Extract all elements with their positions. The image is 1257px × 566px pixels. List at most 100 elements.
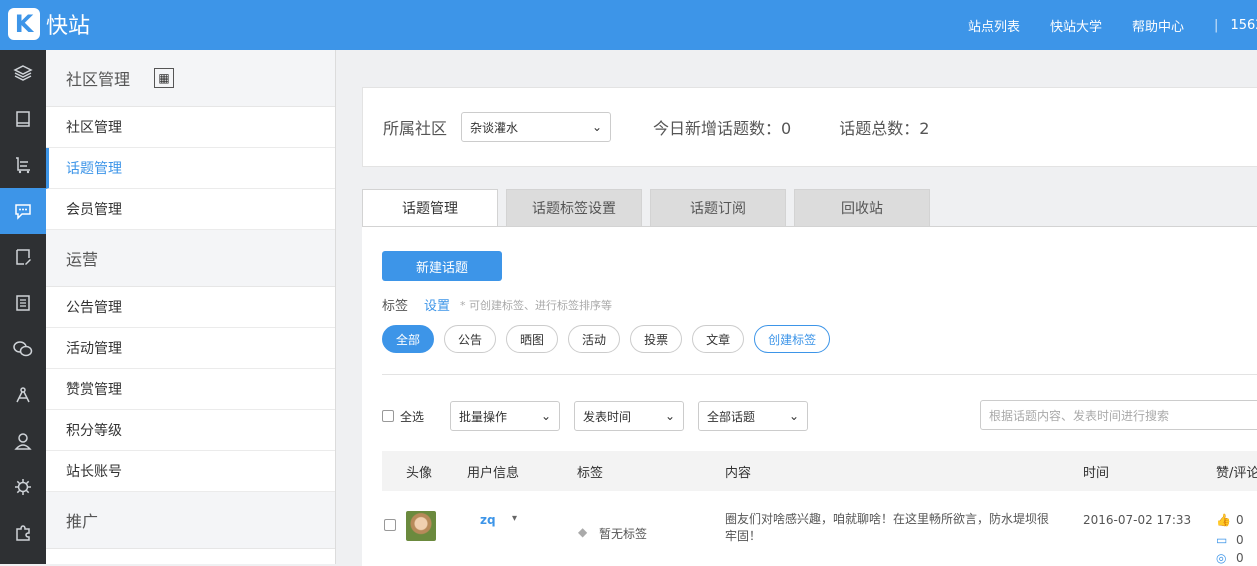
new-topics-today: 今日新增话题数：0 xyxy=(653,119,792,138)
tag-pill-article[interactable]: 文章 xyxy=(692,325,745,353)
row-content[interactable]: 圈友们对啥感兴趣，咱就聊啥！在这里畅所欲言，防水堤坝很牢固！ xyxy=(725,511,1055,545)
main-content: 所属社区 杂谈灌水 ⌄ 今日新增话题数：0 话题总数：2 话题管理 话题标签设置… xyxy=(336,50,1257,566)
sidebar-item-topic-manage[interactable]: 话题管理 xyxy=(46,148,335,189)
chevron-down-icon: ⌄ xyxy=(540,409,552,423)
topic-scope-select[interactable]: 全部话题 ⌄ xyxy=(698,401,809,431)
col-content: 内容 xyxy=(725,465,752,481)
table-row: zq ▾ ◆ 暂无标签 圈友们对啥感兴趣，咱就聊啥！在这里畅所欲言，防水堤坝很牢… xyxy=(382,493,1257,565)
divider xyxy=(382,374,1257,375)
select-all-checkbox[interactable] xyxy=(382,410,394,422)
top-nav: 站点列表 快站大学 帮助中心 | 1562 xyxy=(968,0,1257,50)
thumbs-up-icon: 👍 xyxy=(1216,513,1231,527)
batch-action-select[interactable]: 批量操作 ⌄ xyxy=(450,401,561,431)
community-select[interactable]: 杂谈灌水 ⌄ xyxy=(461,112,612,142)
tag-filter-pills: 全部 公告 晒图 活动 投票 文章 创建标签 xyxy=(382,325,840,353)
cart-icon[interactable] xyxy=(0,142,46,188)
row-rewards: 0 xyxy=(1236,551,1244,565)
account-name[interactable]: 1562 xyxy=(1230,18,1257,33)
brand-name: 快站 xyxy=(46,14,91,39)
sidebar-item-community-manage[interactable]: 社区管理 xyxy=(46,107,335,148)
search-placeholder: 根据话题内容、发表时间进行搜索 xyxy=(989,408,1170,423)
sidebar: 社区管理 ▦ 社区管理 话题管理 会员管理 运营 公告管理 活动管理 赞赏管理 … xyxy=(46,50,336,564)
row-username[interactable]: zq xyxy=(480,513,496,527)
compass-icon[interactable] xyxy=(0,372,46,418)
avatar[interactable] xyxy=(406,511,436,541)
community-select-value: 杂谈灌水 xyxy=(470,120,519,135)
top-bar: K 快站 站点列表 快站大学 帮助中心 | 1562 xyxy=(0,0,1257,50)
logo[interactable]: K 快站 xyxy=(8,8,90,40)
wechat-icon[interactable] xyxy=(0,326,46,372)
icon-rail xyxy=(0,50,46,564)
tag-pill-announcement[interactable]: 公告 xyxy=(444,325,497,353)
chat-icon[interactable] xyxy=(0,188,46,234)
tag-settings-link[interactable]: 设置 xyxy=(424,295,450,314)
tag-pill-all[interactable]: 全部 xyxy=(382,325,435,353)
tab-strip: 话题管理 话题标签设置 话题订阅 回收站 xyxy=(362,189,938,227)
sidebar-item-announcements[interactable]: 公告管理 xyxy=(46,287,335,328)
row-checkbox[interactable] xyxy=(384,519,396,531)
tab-recycle-bin[interactable]: 回收站 xyxy=(794,189,930,227)
sidebar-item-points-levels[interactable]: 积分等级 xyxy=(46,410,335,451)
tab-topic-tag-settings[interactable]: 话题标签设置 xyxy=(506,189,642,227)
row-tag: 暂无标签 xyxy=(599,527,648,541)
nav-kuaizhan-university[interactable]: 快站大学 xyxy=(1050,16,1102,35)
topic-scope-value: 全部话题 xyxy=(707,409,756,424)
tab-topic-subscription[interactable]: 话题订阅 xyxy=(650,189,786,227)
nav-separator: | xyxy=(1214,17,1219,33)
qrcode-icon[interactable]: ▦ xyxy=(154,68,175,88)
comment-icon: ▭ xyxy=(1216,533,1228,547)
sidebar-item-rewards[interactable]: 赞赏管理 xyxy=(46,369,335,410)
tag-pill-vote[interactable]: 投票 xyxy=(630,325,683,353)
table-header: 头像 用户信息 标签 内容 时间 赞/评论 xyxy=(382,451,1257,491)
col-likes-comments: 赞/评论 xyxy=(1216,465,1257,481)
list-toolbar: 全选 批量操作 ⌄ 发表时间 ⌄ 全部话题 ⌄ 根据话题内容、发表时间进行搜索 xyxy=(382,400,1257,432)
row-likes: 0 xyxy=(1236,513,1244,527)
create-tag-button[interactable]: 创建标签 xyxy=(754,325,831,353)
section-community: 社区管理 ▦ xyxy=(46,50,335,107)
layers-icon[interactable] xyxy=(0,50,46,96)
user-icon[interactable] xyxy=(0,418,46,464)
sort-select-value: 发表时间 xyxy=(583,409,632,424)
community-label: 所属社区 xyxy=(383,119,448,138)
select-all-label: 全选 xyxy=(400,409,425,424)
nav-site-list[interactable]: 站点列表 xyxy=(968,16,1020,35)
batch-action-value: 批量操作 xyxy=(459,409,508,424)
tag-icon: ◆ xyxy=(578,525,588,539)
topic-panel: 新建话题 标签 设置 * 可创建标签、进行标签排序等 全部 公告 晒图 活动 投… xyxy=(362,226,1257,566)
tablet-icon[interactable] xyxy=(0,96,46,142)
nav-help-center[interactable]: 帮助中心 xyxy=(1132,16,1184,35)
row-comments: 0 xyxy=(1236,533,1244,547)
reward-icon: ◎ xyxy=(1216,551,1227,565)
sidebar-item-admin-account[interactable]: 站长账号 xyxy=(46,451,335,492)
community-filter-bar: 所属社区 杂谈灌水 ⌄ 今日新增话题数：0 话题总数：2 xyxy=(362,87,1257,167)
puzzle-icon[interactable] xyxy=(0,510,46,556)
chevron-down-icon: ⌄ xyxy=(664,409,676,423)
sidebar-item-member-manage[interactable]: 会员管理 xyxy=(46,189,335,230)
total-topics: 话题总数：2 xyxy=(839,119,930,138)
search-input[interactable]: 根据话题内容、发表时间进行搜索 xyxy=(980,400,1257,430)
chevron-down-icon: ⌄ xyxy=(788,409,800,423)
new-topic-button[interactable]: 新建话题 xyxy=(382,251,502,281)
sidebar-item-activities[interactable]: 活动管理 xyxy=(46,328,335,369)
col-user-info: 用户信息 xyxy=(467,465,520,481)
tag-row: 标签 设置 * 可创建标签、进行标签排序等 xyxy=(382,295,613,315)
tag-pill-photos[interactable]: 晒图 xyxy=(506,325,559,353)
list-doc-icon[interactable] xyxy=(0,280,46,326)
sort-select[interactable]: 发表时间 ⌄ xyxy=(574,401,685,431)
logo-mark: K xyxy=(8,8,40,40)
section-promotion-title: 推广 xyxy=(46,492,335,549)
row-time: 2016-07-02 17:33 xyxy=(1083,513,1192,527)
user-dropdown-icon[interactable]: ▾ xyxy=(512,513,517,524)
section-operations-title: 运营 xyxy=(46,230,335,287)
gear-icon[interactable] xyxy=(0,464,46,510)
tag-pill-activity[interactable]: 活动 xyxy=(568,325,621,353)
col-avatar: 头像 xyxy=(406,465,433,481)
col-time: 时间 xyxy=(1083,465,1110,481)
tab-topic-manage[interactable]: 话题管理 xyxy=(362,189,498,227)
tag-label: 标签 xyxy=(382,299,409,314)
tag-hint: * 可创建标签、进行标签排序等 xyxy=(460,298,613,312)
section-community-title: 社区管理 xyxy=(66,70,131,89)
edit-doc-icon[interactable] xyxy=(0,234,46,280)
chevron-down-icon: ⌄ xyxy=(591,120,603,134)
col-tag: 标签 xyxy=(577,465,604,481)
